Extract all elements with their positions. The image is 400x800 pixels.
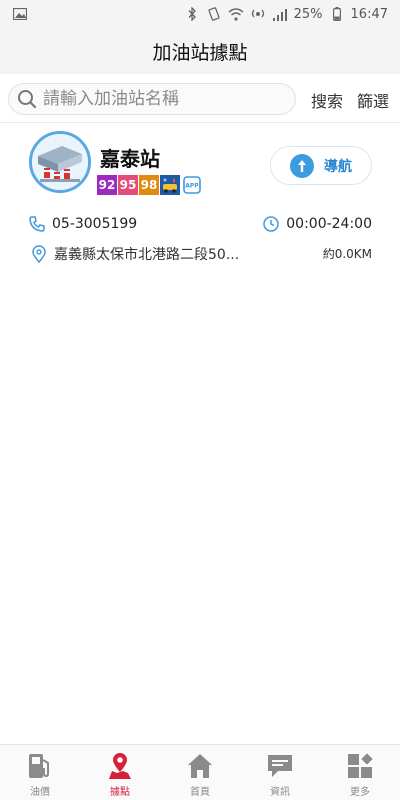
page-title: 加油站據點: [152, 41, 248, 64]
clock-icon: [262, 215, 280, 233]
fuel-badge-92: 92: [97, 175, 117, 195]
image-icon: [12, 6, 28, 22]
gas-station-logo-icon: [29, 131, 91, 193]
fuel-badges: 92 95 98 APP: [97, 175, 204, 195]
filter-button[interactable]: 篩選: [357, 88, 389, 112]
search-bar: 搜索 篩選: [0, 80, 400, 118]
battery-icon: [329, 6, 345, 22]
clock-time: 16:47: [350, 6, 388, 22]
navigate-button[interactable]: 導航: [270, 146, 372, 185]
tab-label: 資訊: [270, 787, 290, 798]
search-box[interactable]: [8, 83, 296, 115]
station-hours: 00:00-24:00: [262, 215, 372, 233]
status-bar: 25% 16:47: [0, 0, 400, 28]
search-icon: [17, 89, 37, 109]
opening-hours: 00:00-24:00: [286, 216, 372, 232]
tab-label: 據點: [110, 787, 130, 798]
home-icon: [185, 751, 215, 781]
location-pin-icon: [30, 245, 48, 263]
search-input[interactable]: [43, 89, 283, 109]
bottom-navigation: 油價 據點 首頁 資訊 更多: [0, 744, 400, 800]
station-card[interactable]: 嘉泰站 92 95 98 APP 導航 05-3005199 00:00-24:…: [0, 123, 400, 268]
grid-more-icon: [345, 751, 375, 781]
tab-stations[interactable]: 據點: [80, 745, 160, 800]
signal-icon: [272, 6, 288, 22]
tab-label: 首頁: [190, 787, 210, 798]
distance-text: 約0.0KM: [322, 247, 372, 261]
map-pin-icon: [105, 751, 135, 781]
fuel-pump-icon: [25, 751, 55, 781]
tab-home[interactable]: 首頁: [160, 745, 240, 800]
carwash-icon: [160, 175, 180, 195]
station-phone[interactable]: 05-3005199: [28, 215, 137, 233]
navigate-label: 導航: [324, 158, 352, 175]
fuel-badge-98: 98: [139, 175, 159, 195]
station-address: 嘉義縣太保市北港路二段50...: [30, 244, 239, 264]
phone-icon: [28, 215, 46, 233]
tab-info[interactable]: 資訊: [240, 745, 320, 800]
address-text: 嘉義縣太保市北港路二段50...: [54, 247, 240, 263]
message-icon: [265, 751, 295, 781]
wifi-icon: [228, 6, 244, 22]
svg-text:APP: APP: [185, 183, 199, 190]
search-button[interactable]: 搜索: [311, 88, 343, 112]
page-header: 加油站據點: [0, 28, 400, 74]
app-screen: 25% 16:47 加油站據點 搜索 篩選: [0, 0, 400, 800]
tab-label: 更多: [350, 787, 370, 798]
fuel-badge-95: 95: [118, 175, 138, 195]
tab-more[interactable]: 更多: [320, 745, 400, 800]
app-pay-icon: APP: [182, 175, 202, 195]
phone-number: 05-3005199: [52, 216, 138, 232]
battery-percent: 25%: [293, 6, 323, 22]
hotspot-icon: [250, 6, 266, 22]
navigation-arrow-icon: [290, 153, 314, 178]
bluetooth-icon: [184, 6, 200, 22]
tab-label: 油價: [30, 787, 50, 798]
station-name: 嘉泰站: [100, 147, 160, 171]
tab-fuel-price[interactable]: 油價: [0, 745, 80, 800]
vibrate-icon: [206, 6, 222, 22]
